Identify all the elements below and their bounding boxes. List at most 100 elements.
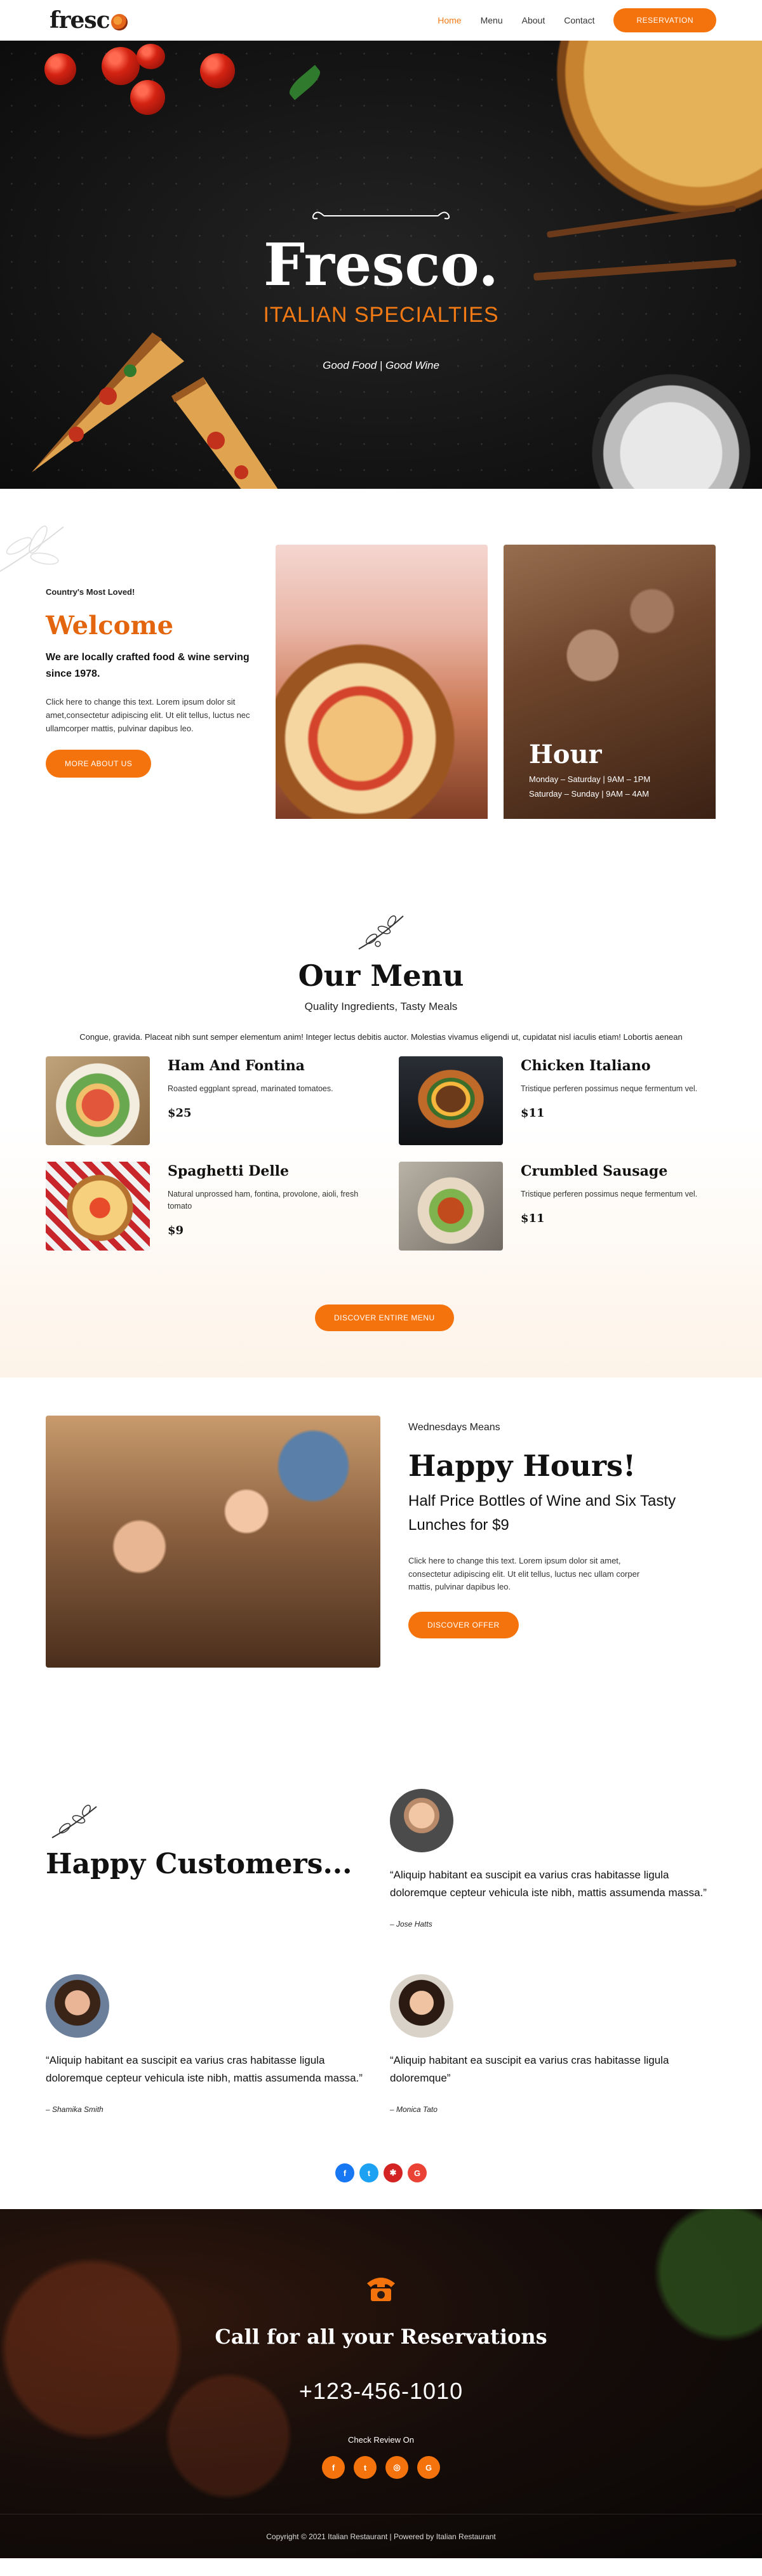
hours-photo: Hour Monday – Saturday | 9AM – 1PM Satur…: [504, 545, 716, 821]
happy-title: Happy Hours!: [408, 1449, 636, 1483]
dish-description: Tristique perferen possimus neque fermen…: [521, 1084, 698, 1093]
dish-name: Crumbled Sausage: [521, 1163, 668, 1179]
menu-item[interactable]: Ham And Fontina Roasted eggplant spread,…: [46, 1056, 363, 1145]
yelp-icon[interactable]: ✱: [384, 2163, 403, 2182]
dish-name: Chicken Italiano: [521, 1058, 651, 1074]
menu-description: Congue, gravida. Placeat nibh sunt sempe…: [79, 1032, 683, 1042]
nav-about[interactable]: About: [522, 15, 545, 25]
tomato-image: [44, 53, 76, 85]
discover-offer-button[interactable]: Discover Offer: [408, 1612, 519, 1639]
happy-eyebrow: Wednesdays Means: [408, 1422, 500, 1433]
dish-photo: [46, 1162, 150, 1251]
twitter-icon[interactable]: t: [359, 2163, 378, 2182]
dish-price: $9: [168, 1223, 184, 1237]
menu-item[interactable]: Chicken Italiano Tristique perferen poss…: [399, 1056, 716, 1145]
welcome-title: Welcome: [46, 611, 174, 641]
dish-price: $11: [521, 1106, 545, 1120]
testimonials-section: Happy Customers... “Aliquip habitant ea …: [0, 1746, 762, 2209]
google-icon[interactable]: G: [417, 2456, 440, 2479]
nav-menu[interactable]: Menu: [481, 15, 503, 25]
logo[interactable]: fresc: [50, 7, 128, 34]
review-quote: “Aliquip habitant ea suscipit ea varius …: [390, 1869, 707, 1899]
review-author: – Monica Tato: [390, 2105, 438, 2115]
happy-hours-photo: [46, 1416, 380, 1668]
review-card: “Aliquip habitant ea suscipit ea varius …: [390, 1974, 720, 2114]
menu-item-info: Ham And Fontina Roasted eggplant spread,…: [168, 1056, 333, 1145]
hero-subtitle: ITALIAN SPECIALTIES: [263, 303, 499, 327]
hours-title: Hour: [529, 740, 602, 769]
social-links: f t ✱ G: [0, 2163, 762, 2182]
welcome-text: Country's Most Loved! Welcome We are loc…: [46, 587, 262, 778]
logo-pizza-icon: [110, 14, 128, 30]
dish-description: Natural unprossed ham, fontina, provolon…: [168, 1190, 359, 1211]
tomato-image: [137, 44, 165, 69]
menu-item[interactable]: Crumbled Sausage Tristique perferen poss…: [399, 1162, 716, 1251]
dish-photo: [46, 1056, 150, 1145]
decorative-leaf-icon: [0, 526, 64, 572]
review-card: “Aliquip habitant ea suscipit ea varius …: [46, 1974, 376, 2114]
menu-grid: Ham And Fontina Roasted eggplant spread,…: [46, 1056, 716, 1251]
hours-line: Saturday – Sunday | 9AM – 4AM: [529, 789, 650, 799]
tripadvisor-icon[interactable]: ◎: [385, 2456, 408, 2479]
google-icon[interactable]: G: [408, 2163, 427, 2182]
facebook-icon[interactable]: f: [322, 2456, 345, 2479]
dish-description: Roasted eggplant spread, marinated tomat…: [168, 1084, 333, 1093]
logo-text: fresc: [50, 7, 110, 34]
herb-sprig-icon: [358, 915, 404, 950]
hours-box: Hour Monday – Saturday | 9AM – 1PM Satur…: [529, 740, 650, 799]
check-review-label: Check Review On: [347, 2435, 415, 2445]
site-header: fresc Home Menu About Contact Reservatio…: [0, 0, 762, 41]
avatar: [390, 1974, 453, 2038]
review-quote: “Aliquip habitant ea suscipit ea varius …: [46, 2054, 363, 2085]
happy-hours-text: Wednesdays Means Happy Hours! Half Price…: [408, 1422, 719, 1639]
happy-hours-section: Wednesdays Means Happy Hours! Half Price…: [0, 1378, 762, 1746]
tomato-image: [200, 53, 235, 88]
happy-lead: Half Price Bottles of Wine and Six Tasty…: [408, 1492, 676, 1534]
review-author: – Shamika Smith: [46, 2105, 104, 2115]
avatar: [46, 1974, 109, 2038]
avatar: [390, 1789, 453, 1852]
facebook-icon[interactable]: f: [335, 2163, 354, 2182]
review-quote: “Aliquip habitant ea suscipit ea varius …: [390, 2054, 669, 2085]
hero-content: Fresco. ITALIAN SPECIALTIES Good Food | …: [0, 207, 762, 372]
happy-body: Click here to change this text. Lorem ip…: [408, 1555, 640, 1592]
main-nav: Home Menu About Contact Reservation: [438, 8, 716, 32]
dish-price: $11: [521, 1211, 545, 1225]
welcome-lead: We are locally crafted food & wine servi…: [46, 652, 250, 679]
hero-section: Fresco. ITALIAN SPECIALTIES Good Food | …: [0, 41, 762, 489]
pizza-slice-photo: [276, 545, 488, 821]
nav-contact[interactable]: Contact: [564, 15, 594, 25]
nav-home[interactable]: Home: [438, 15, 461, 25]
reservation-title: Call for all your Reservations: [215, 2325, 547, 2349]
testimonials-title: Happy Customers...: [46, 1848, 352, 1880]
hours-line: Monday – Saturday | 9AM – 1PM: [529, 774, 651, 784]
review-author: – Jose Hatts: [390, 1920, 432, 1929]
page: fresc Home Menu About Contact Reservatio…: [0, 0, 762, 2576]
herb-sprig-icon: [51, 1805, 97, 1838]
menu-title: Our Menu: [298, 959, 464, 993]
ornament-divider-icon: [312, 211, 450, 220]
dish-name: Spaghetti Delle: [168, 1163, 290, 1179]
dish-photo: [399, 1162, 503, 1251]
discover-menu-button[interactable]: Discover Entire Menu: [315, 1305, 454, 1331]
menu-subtitle: Quality Ingredients, Tasty Meals: [304, 1000, 458, 1012]
dish-photo: [399, 1056, 503, 1145]
tomato-image: [102, 47, 140, 85]
testimonials-header: Happy Customers...: [46, 1803, 352, 1880]
footer-copyright: Copyright © 2021 Italian Restaurant | Po…: [0, 2514, 762, 2558]
phone-icon: [367, 2278, 395, 2301]
menu-section: Our Menu Quality Ingredients, Tasty Meal…: [0, 819, 762, 1378]
menu-header: Our Menu Quality Ingredients, Tasty Meal…: [0, 819, 762, 1042]
reservation-button[interactable]: Reservation: [613, 8, 716, 32]
reservation-phone[interactable]: +123-456-1010: [0, 2378, 762, 2405]
menu-item-info: Spaghetti Delle Natural unprossed ham, f…: [168, 1162, 363, 1251]
hero-title: Fresco.: [263, 230, 499, 299]
review-card: “Aliquip habitant ea suscipit ea varius …: [390, 1789, 720, 1929]
menu-item-info: Chicken Italiano Tristique perferen poss…: [521, 1056, 697, 1145]
twitter-icon[interactable]: t: [354, 2456, 377, 2479]
welcome-body: Click here to change this text. Lorem ip…: [46, 697, 250, 733]
more-about-us-button[interactable]: More About Us: [46, 749, 152, 778]
hero-tagline: Good Food | Good Wine: [323, 359, 439, 371]
menu-item[interactable]: Spaghetti Delle Natural unprossed ham, f…: [46, 1162, 363, 1251]
dish-price: $25: [168, 1106, 192, 1120]
